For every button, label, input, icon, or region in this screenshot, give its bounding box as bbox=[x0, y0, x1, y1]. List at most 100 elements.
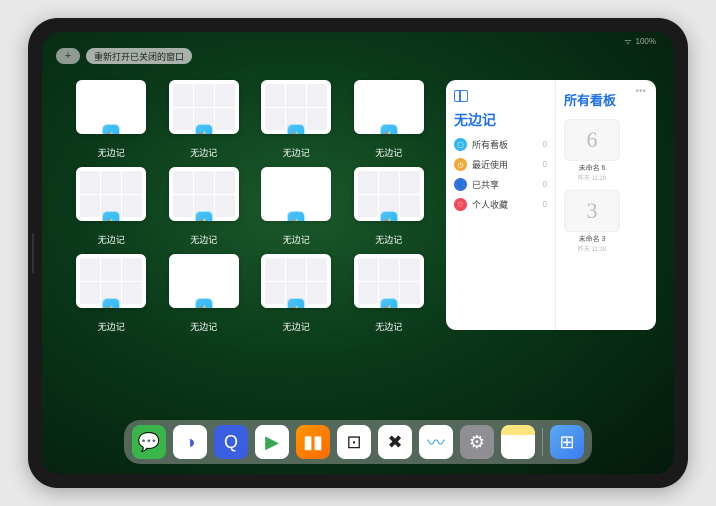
board-subtitle: 昨天 11:28 bbox=[564, 244, 620, 253]
sidebar-toggle-icon[interactable] bbox=[454, 90, 468, 102]
window-thumbnail[interactable]: 无边记 bbox=[350, 80, 429, 159]
board-item[interactable]: 3 未命名 3昨天 11:28 bbox=[564, 190, 620, 253]
app-library-icon[interactable]: ⊞ bbox=[550, 425, 584, 459]
freeform-app-icon bbox=[287, 211, 305, 221]
window-thumbnail[interactable]: 无边记 bbox=[165, 254, 244, 333]
content-area: 无边记无边记无边记无边记无边记无边记无边记无边记无边记无边记无边记无边记 •••… bbox=[72, 80, 656, 420]
board-subtitle: 昨天 11:28 bbox=[564, 173, 620, 182]
wechat-icon[interactable]: 💬 bbox=[132, 425, 166, 459]
reopen-closed-window-button[interactable]: 重新打开已关闭的窗口 bbox=[86, 48, 192, 64]
battery-label: 100% bbox=[636, 37, 656, 46]
window-thumbnail[interactable]: 无边记 bbox=[165, 167, 244, 246]
sidebar-item[interactable]: ◷ 最近使用 0 bbox=[454, 158, 547, 171]
sidebar-item[interactable]: ♡ 个人收藏 0 bbox=[454, 198, 547, 211]
window-thumbnail[interactable]: 无边记 bbox=[165, 80, 244, 159]
controller-icon[interactable]: ✖ bbox=[378, 425, 412, 459]
thumbnail-preview bbox=[76, 167, 146, 221]
window-thumbnail[interactable]: 无边记 bbox=[72, 167, 151, 246]
sidebar-item[interactable]: ▢ 所有看板 0 bbox=[454, 138, 547, 151]
sidebar-item-icon: ♡ bbox=[454, 198, 467, 211]
sidebar-item-label: 已共享 bbox=[472, 178, 538, 191]
board-item[interactable]: 6 未命名 6昨天 11:28 bbox=[564, 119, 620, 182]
thumbnail-preview bbox=[261, 254, 331, 308]
freeform-app-icon bbox=[102, 124, 120, 134]
quark-icon-1[interactable]: ◑ bbox=[173, 425, 207, 459]
freeform-app-icon bbox=[195, 298, 213, 308]
window-thumbnail[interactable]: 无边记 bbox=[257, 80, 336, 159]
board-caption: 未命名 6 bbox=[564, 163, 620, 173]
thumbnail-label: 无边记 bbox=[283, 233, 310, 246]
freeform-app-icon bbox=[287, 124, 305, 134]
board-thumbnail: 3 bbox=[564, 190, 620, 232]
status-bar: ᯤ 100% bbox=[624, 36, 656, 47]
freeform-panel[interactable]: ••• 无边记 ▢ 所有看板 0 ◷ 最近使用 0 👤 已共享 0 ♡ 个人收藏 0 所有看板 6 未命… bbox=[446, 80, 656, 330]
thumbnail-label: 无边记 bbox=[98, 233, 125, 246]
freeform-app-icon bbox=[102, 211, 120, 221]
sidebar-item-count: 0 bbox=[543, 200, 547, 209]
sidebar-item[interactable]: 👤 已共享 0 bbox=[454, 178, 547, 191]
thumbnail-preview bbox=[354, 254, 424, 308]
thumbnail-preview bbox=[76, 80, 146, 134]
bezel-mark bbox=[32, 233, 34, 273]
sidebar-item-icon: 👤 bbox=[454, 178, 467, 191]
thumbnail-preview bbox=[261, 80, 331, 134]
thumbnail-label: 无边记 bbox=[375, 146, 402, 159]
freeform-icon[interactable]: 〰 bbox=[419, 425, 453, 459]
freeform-app-icon bbox=[380, 298, 398, 308]
thumbnail-label: 无边记 bbox=[98, 320, 125, 333]
freeform-app-icon bbox=[380, 124, 398, 134]
thumbnail-label: 无边记 bbox=[375, 320, 402, 333]
wifi-icon: ᯤ bbox=[624, 36, 631, 47]
settings-icon[interactable]: ⚙ bbox=[460, 425, 494, 459]
notes-icon[interactable] bbox=[501, 425, 535, 459]
window-thumbnail[interactable]: 无边记 bbox=[257, 254, 336, 333]
board-caption: 未命名 3 bbox=[564, 234, 620, 244]
panel-sidebar: 无边记 ▢ 所有看板 0 ◷ 最近使用 0 👤 已共享 0 ♡ 个人收藏 0 bbox=[446, 80, 556, 330]
panel-content: 所有看板 6未命名 6昨天 11:283未命名 3昨天 11:28 bbox=[556, 80, 656, 330]
freeform-app-icon bbox=[195, 211, 213, 221]
sidebar-item-count: 0 bbox=[543, 140, 547, 149]
thumbnail-label: 无边记 bbox=[283, 320, 310, 333]
dice-icon[interactable]: ⊡ bbox=[337, 425, 371, 459]
thumbnail-preview bbox=[169, 80, 239, 134]
window-thumbnail[interactable]: 无边记 bbox=[350, 254, 429, 333]
thumbnail-label: 无边记 bbox=[375, 233, 402, 246]
thumbnail-label: 无边记 bbox=[190, 320, 217, 333]
sidebar-item-icon: ◷ bbox=[454, 158, 467, 171]
sidebar-item-label: 所有看板 bbox=[472, 138, 538, 151]
panel-sidebar-list: ▢ 所有看板 0 ◷ 最近使用 0 👤 已共享 0 ♡ 个人收藏 0 bbox=[454, 138, 547, 211]
freeform-app-icon bbox=[195, 124, 213, 134]
panel-sidebar-title: 无边记 bbox=[454, 110, 547, 130]
window-grid: 无边记无边记无边记无边记无边记无边记无边记无边记无边记无边记无边记无边记 bbox=[72, 80, 428, 420]
thumbnail-preview bbox=[354, 167, 424, 221]
thumbnail-preview bbox=[261, 167, 331, 221]
thumbnail-preview bbox=[169, 254, 239, 308]
board-thumbnail: 6 bbox=[564, 119, 620, 161]
panel-more-icon[interactable]: ••• bbox=[635, 86, 646, 97]
thumbnail-label: 无边记 bbox=[190, 146, 217, 159]
sidebar-item-label: 最近使用 bbox=[472, 158, 538, 171]
sidebar-item-count: 0 bbox=[543, 180, 547, 189]
thumbnail-preview bbox=[354, 80, 424, 134]
screen: ᯤ 100% + 重新打开已关闭的窗口 无边记无边记无边记无边记无边记无边记无边… bbox=[42, 32, 674, 474]
thumbnail-preview bbox=[169, 167, 239, 221]
window-thumbnail[interactable]: 无边记 bbox=[350, 167, 429, 246]
window-thumbnail[interactable]: 无边记 bbox=[257, 167, 336, 246]
books-icon[interactable]: ▮▮ bbox=[296, 425, 330, 459]
freeform-app-icon bbox=[102, 298, 120, 308]
thumbnail-preview bbox=[76, 254, 146, 308]
new-window-button[interactable]: + bbox=[56, 48, 80, 64]
thumbnail-label: 无边记 bbox=[190, 233, 217, 246]
sidebar-item-label: 个人收藏 bbox=[472, 198, 538, 211]
play-icon[interactable]: ▶ bbox=[255, 425, 289, 459]
sidebar-item-count: 0 bbox=[543, 160, 547, 169]
freeform-app-icon bbox=[287, 298, 305, 308]
freeform-app-icon bbox=[380, 211, 398, 221]
sidebar-item-icon: ▢ bbox=[454, 138, 467, 151]
quark-icon-2[interactable]: Q bbox=[214, 425, 248, 459]
dock: 💬◑Q▶▮▮⊡✖〰⚙ ⊞ bbox=[124, 420, 592, 464]
window-thumbnail[interactable]: 无边记 bbox=[72, 80, 151, 159]
thumbnail-label: 无边记 bbox=[98, 146, 125, 159]
thumbnail-label: 无边记 bbox=[283, 146, 310, 159]
window-thumbnail[interactable]: 无边记 bbox=[72, 254, 151, 333]
